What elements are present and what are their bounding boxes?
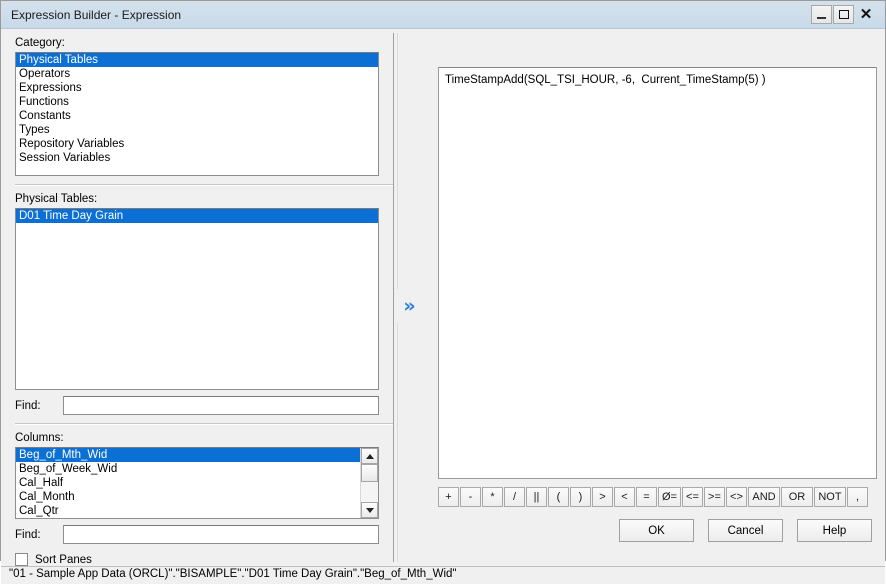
right-pane: + - * / || ( ) > < = Ø= <= >= <> AND OR … xyxy=(398,29,885,566)
close-icon: ✕ xyxy=(859,6,873,23)
physical-tables-listbox[interactable]: D01 Time Day Grain xyxy=(15,208,379,390)
title-bar: Expression Builder - Expression ✕ xyxy=(1,1,885,29)
operator-less-than-button[interactable]: < xyxy=(614,487,635,507)
scroll-track[interactable] xyxy=(361,464,378,502)
ok-button[interactable]: OK xyxy=(619,519,694,542)
operator-greater-than-button[interactable]: > xyxy=(592,487,613,507)
operator-paren-open-button[interactable]: ( xyxy=(548,487,569,507)
list-item[interactable]: Constants xyxy=(16,109,378,123)
scroll-up-button[interactable] xyxy=(361,448,378,464)
columns-scrollbar[interactable] xyxy=(360,448,378,518)
operator-toolbar: + - * / || ( ) > < = Ø= <= >= <> AND OR … xyxy=(438,487,877,507)
triangle-down-icon xyxy=(365,507,374,513)
category-listbox[interactable]: Physical Tables Operators Expressions Fu… xyxy=(15,52,379,176)
sort-panes-row[interactable]: Sort Panes xyxy=(15,553,393,566)
physical-tables-label: Physical Tables: xyxy=(15,193,98,205)
scroll-down-button[interactable] xyxy=(361,502,378,518)
list-item[interactable]: Physical Tables xyxy=(16,53,378,67)
operator-diamond-not-equal-button[interactable]: <> xyxy=(725,487,747,507)
close-button[interactable]: ✕ xyxy=(855,5,877,24)
list-item[interactable]: Expressions xyxy=(16,81,378,95)
columns-listbox[interactable]: Beg_of_Mth_Wid Beg_of_Week_Wid Cal_Half … xyxy=(15,447,379,519)
find-label-columns: Find: xyxy=(15,528,41,541)
sort-panes-label: Sort Panes xyxy=(35,553,92,566)
minimize-button[interactable] xyxy=(811,5,832,24)
list-item[interactable]: Types xyxy=(16,123,378,137)
list-item[interactable]: Repository Variables xyxy=(16,137,378,151)
operator-concat-button[interactable]: || xyxy=(526,487,547,507)
list-item[interactable]: Operators xyxy=(16,67,378,81)
maximize-button[interactable] xyxy=(833,5,854,24)
operator-plus-button[interactable]: + xyxy=(438,487,459,507)
sort-panes-checkbox[interactable] xyxy=(15,553,28,566)
operator-comma-button[interactable]: , xyxy=(846,487,868,507)
maximize-icon xyxy=(838,10,849,19)
operator-less-or-equal-button[interactable]: <= xyxy=(681,487,703,507)
expression-builder-dialog: Expression Builder - Expression ✕ Catego… xyxy=(0,0,886,584)
columns-find-row: Find: xyxy=(15,525,393,544)
cancel-button[interactable]: Cancel xyxy=(708,519,783,542)
operator-greater-or-equal-button[interactable]: >= xyxy=(703,487,725,507)
operator-or-button[interactable]: OR xyxy=(780,487,813,507)
expression-textarea[interactable] xyxy=(438,67,877,479)
physical-tables-list-inner: D01 Time Day Grain xyxy=(16,209,378,223)
list-item[interactable]: Session Variables xyxy=(16,151,378,165)
scroll-thumb[interactable] xyxy=(361,464,378,482)
list-item[interactable]: D01 Time Day Grain xyxy=(16,209,378,223)
category-label: Category: xyxy=(15,37,65,49)
left-pane: Category: Physical Tables Operators Expr… xyxy=(1,29,393,566)
operator-paren-close-button[interactable]: ) xyxy=(570,487,591,507)
operator-not-button[interactable]: NOT xyxy=(813,487,846,507)
window-title: Expression Builder - Expression xyxy=(11,7,182,22)
minimize-icon xyxy=(817,16,826,19)
operator-divide-button[interactable]: / xyxy=(504,487,525,507)
list-item[interactable]: Cal_Qtr xyxy=(16,504,361,518)
columns-list-inner: Beg_of_Mth_Wid Beg_of_Week_Wid Cal_Half … xyxy=(16,448,361,518)
dialog-body: Category: Physical Tables Operators Expr… xyxy=(1,29,885,566)
list-item[interactable]: Cal_Half xyxy=(16,476,361,490)
list-item[interactable]: Beg_of_Mth_Wid xyxy=(16,448,361,462)
status-bar: "01 - Sample App Data (ORCL)"."BISAMPLE"… xyxy=(1,566,885,584)
operator-and-button[interactable]: AND xyxy=(747,487,780,507)
operator-not-equals-button[interactable]: Ø= xyxy=(658,487,681,507)
find-input-columns[interactable] xyxy=(63,525,379,544)
find-label-tables: Find: xyxy=(15,399,41,412)
list-item[interactable]: Beg_of_Week_Wid xyxy=(16,462,361,476)
help-button[interactable]: Help xyxy=(797,519,872,542)
triangle-up-icon xyxy=(365,453,374,459)
physical-tables-find-row: Find: xyxy=(15,396,393,415)
separator-tables-columns xyxy=(15,423,393,425)
list-item[interactable]: Functions xyxy=(16,95,378,109)
category-list-inner: Physical Tables Operators Expressions Fu… xyxy=(16,53,378,165)
separator-category-tables xyxy=(15,184,393,186)
columns-label: Columns: xyxy=(15,432,64,444)
operator-multiply-button[interactable]: * xyxy=(482,487,503,507)
dialog-action-row: OK Cancel Help xyxy=(406,519,877,542)
operator-equals-button[interactable]: = xyxy=(636,487,657,507)
list-item[interactable]: Cal_Month xyxy=(16,490,361,504)
find-input-tables[interactable] xyxy=(63,396,379,415)
window-controls: ✕ xyxy=(811,5,877,24)
operator-minus-button[interactable]: - xyxy=(460,487,481,507)
